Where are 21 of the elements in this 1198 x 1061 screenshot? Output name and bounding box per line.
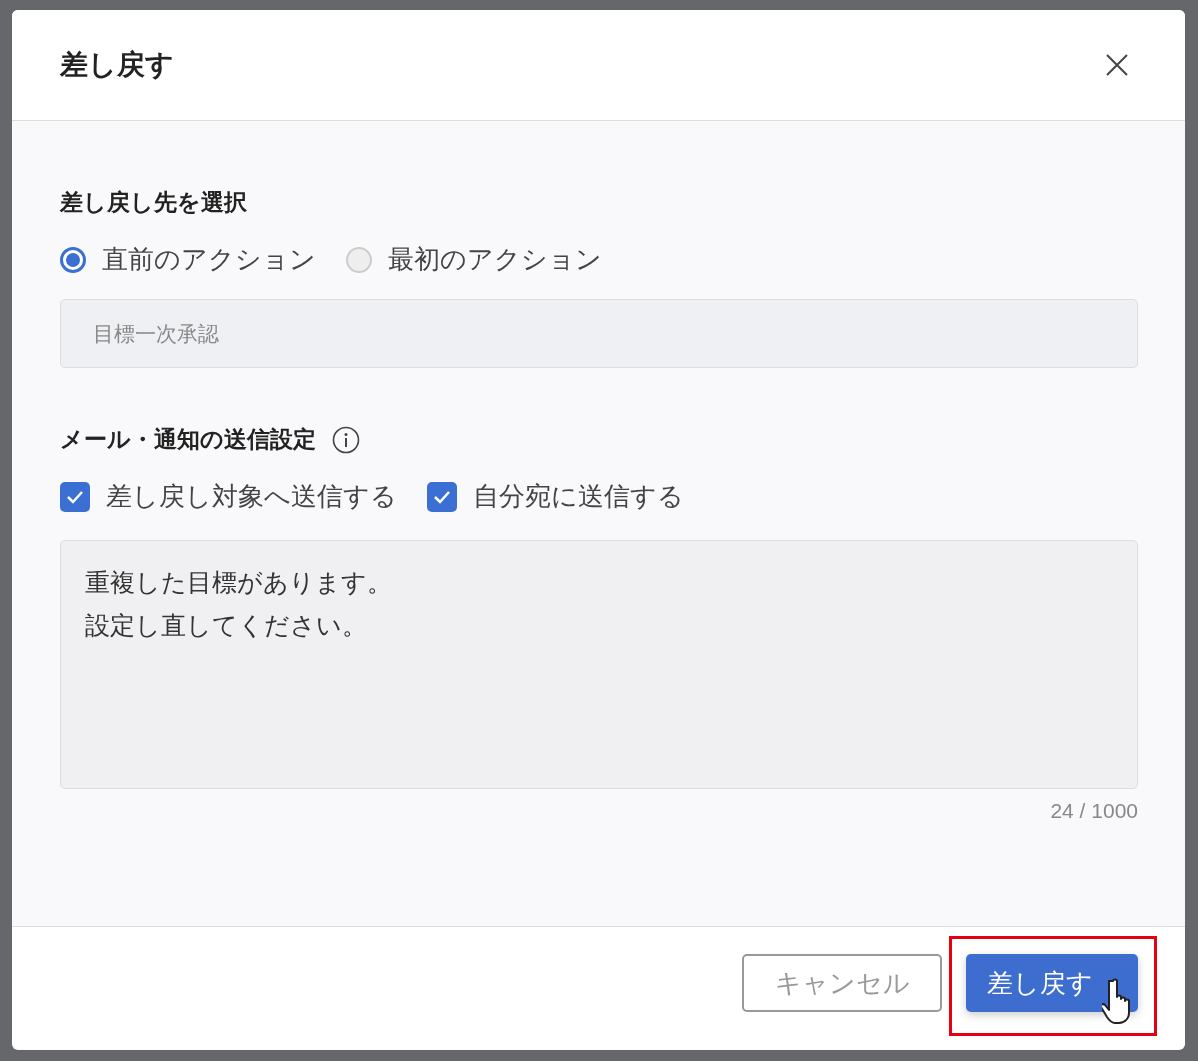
radio-button[interactable] <box>60 246 86 273</box>
radio-label: 最初のアクション <box>388 243 602 276</box>
section-heading: 差し戻し先を選択 <box>60 188 248 217</box>
dialog-title: 差し戻す <box>60 48 174 82</box>
checkmark-icon <box>66 489 84 504</box>
checkbox[interactable] <box>60 481 90 512</box>
character-counter: 24 / 1000 <box>1049 799 1138 823</box>
target-field: 目標一次承認 <box>60 299 1138 368</box>
message-field[interactable]: 重複した目標があります。 設定し直してください。 <box>60 540 1138 789</box>
checkbox-label: 差し戻し対象へ送信する <box>106 480 397 513</box>
return-button[interactable]: 差し戻す <box>966 954 1138 1012</box>
section-heading: メール・通知の送信設定 <box>60 425 316 454</box>
checkbox[interactable] <box>427 481 457 512</box>
info-icon[interactable] <box>332 425 360 454</box>
message-line: 設定し直してください。 <box>85 609 367 641</box>
cancel-button[interactable]: キャンセル <box>742 954 942 1012</box>
message-line: 重複した目標があります。 <box>85 567 392 598</box>
checkbox-label: 自分宛に送信する <box>473 480 684 513</box>
checkmark-icon <box>433 489 451 504</box>
radio-label: 直前のアクション <box>102 243 316 276</box>
close-icon[interactable] <box>1105 53 1129 77</box>
